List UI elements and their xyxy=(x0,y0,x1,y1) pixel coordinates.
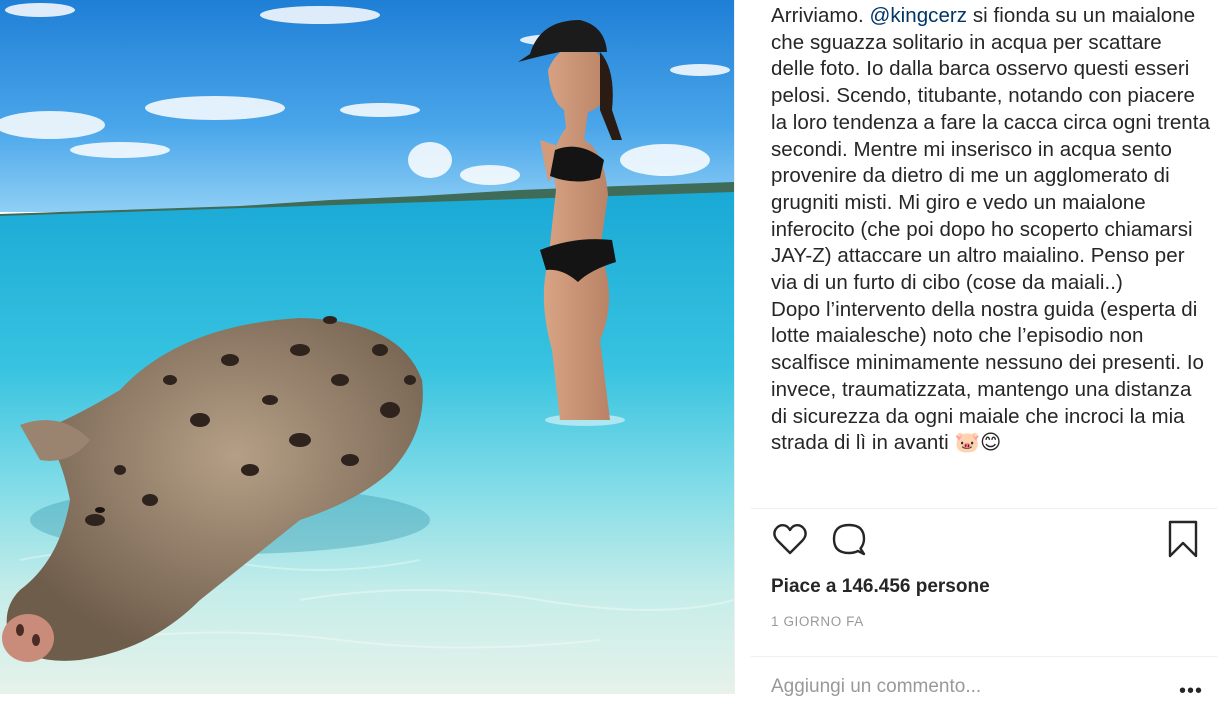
user-mention-link[interactable]: @kingcerz xyxy=(870,4,968,27)
comment-input[interactable] xyxy=(771,672,1151,702)
caption-container: Arriviamo. @kingcerz si fionda su un mai… xyxy=(771,0,1211,506)
divider xyxy=(751,508,1217,509)
action-bar xyxy=(771,520,1199,564)
post-sidebar: Arriviamo. @kingcerz si fionda su un mai… xyxy=(734,0,1217,702)
like-button[interactable] xyxy=(771,520,809,563)
divider xyxy=(751,656,1217,657)
post-caption: Arriviamo. @kingcerz si fionda su un mai… xyxy=(771,0,1211,457)
post-timestamp[interactable]: 1 GIORNO FA xyxy=(771,614,864,629)
post-photo[interactable] xyxy=(0,0,734,694)
comment-button[interactable] xyxy=(830,520,868,563)
beach-pig-photo xyxy=(0,0,734,694)
likes-count[interactable]: Piace a 146.456 persone xyxy=(771,576,990,598)
speech-bubble-icon xyxy=(832,523,866,556)
caption-intro: Arriviamo. xyxy=(771,4,870,27)
bookmark-icon xyxy=(1168,520,1198,558)
caption-text: si fionda su un maialone che sguazza sol… xyxy=(771,4,1210,455)
heart-icon xyxy=(773,523,807,555)
more-options-icon[interactable]: ••• xyxy=(1179,680,1203,703)
save-button[interactable] xyxy=(1167,520,1199,563)
